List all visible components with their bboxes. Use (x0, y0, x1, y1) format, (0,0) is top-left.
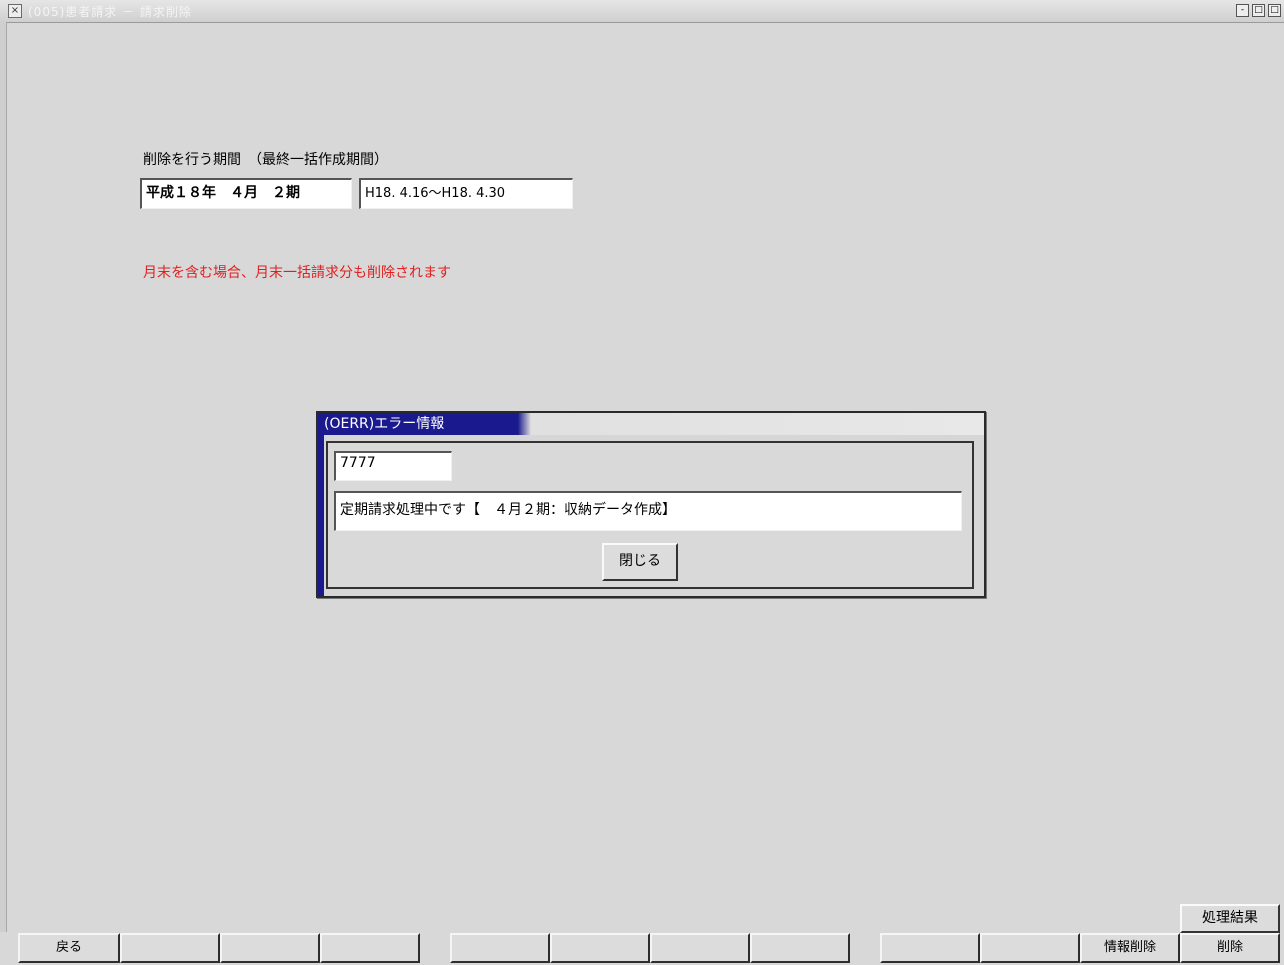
dialog-titlebar: (OERR)エラー情報 (318, 413, 984, 435)
restore-icon[interactable]: □ (1268, 4, 1281, 17)
minimize-icon[interactable]: - (1236, 4, 1249, 17)
window-titlebar: × (005)患者請求 － 請求削除 - □ □ (0, 0, 1284, 23)
fkey-1-back[interactable]: 戻る (18, 933, 120, 963)
fkey-5[interactable] (450, 933, 550, 963)
fkey-10[interactable] (980, 933, 1080, 963)
fkey-6[interactable] (550, 933, 650, 963)
error-message-field[interactable]: 定期請求処理中です【 ４月２期：収納データ作成】 (334, 491, 962, 531)
window-left-border (0, 22, 7, 932)
error-code-field[interactable]: 7777 (334, 451, 452, 481)
period-label: 削除を行う期間 （最終一括作成期間） (143, 152, 388, 168)
dialog-frame: 7777 定期請求処理中です【 ４月２期：収納データ作成】 閉じる (326, 441, 974, 589)
fkey-9[interactable] (880, 933, 980, 963)
close-icon[interactable]: × (8, 4, 22, 18)
fkey-3[interactable] (220, 933, 320, 963)
fkey-11-info-delete[interactable]: 情報削除 (1080, 933, 1180, 963)
period-range-field[interactable]: H18. 4.16～H18. 4.30 (359, 178, 573, 209)
process-result-button[interactable]: 処理結果 (1180, 904, 1280, 933)
fkey-8[interactable] (750, 933, 850, 963)
dialog-title: (OERR)エラー情報 (324, 416, 445, 432)
fkey-4[interactable] (320, 933, 420, 963)
fkey-12-delete[interactable]: 削除 (1180, 933, 1280, 963)
dialog-side-accent (318, 435, 324, 596)
fkey-7[interactable] (650, 933, 750, 963)
dialog-close-button[interactable]: 閉じる (602, 543, 678, 581)
warning-text: 月末を含む場合、月末一括請求分も削除されます (143, 265, 451, 281)
fkey-2[interactable] (120, 933, 220, 963)
window-title: (005)患者請求 － 請求削除 (28, 5, 192, 19)
period-value-field[interactable]: 平成１８年 ４月 ２期 (140, 178, 352, 209)
maximize-icon[interactable]: □ (1252, 4, 1265, 17)
error-dialog: (OERR)エラー情報 7777 定期請求処理中です【 ４月２期：収納データ作成… (316, 411, 986, 598)
